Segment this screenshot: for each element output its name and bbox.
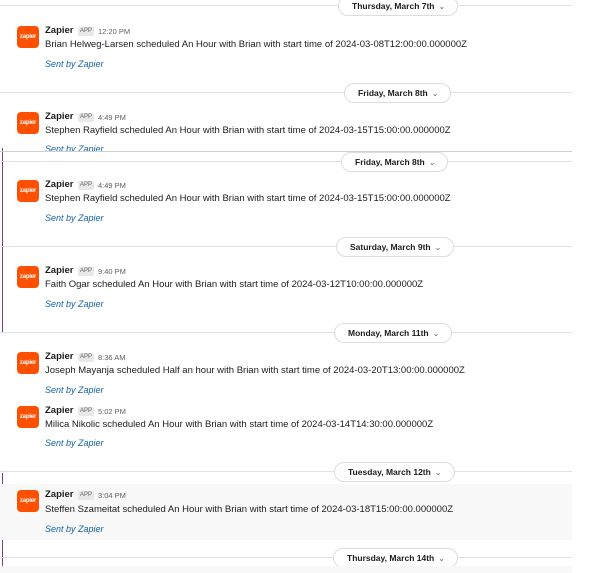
timestamp[interactable]: 3:04 PM (98, 491, 126, 500)
sender-name[interactable]: Zapier (45, 111, 74, 122)
date-divider-line (0, 161, 572, 162)
timestamp[interactable]: 4:49 PM (98, 113, 126, 122)
chevron-down-icon: ⌄ (434, 468, 442, 477)
date-divider-line (0, 332, 572, 333)
sender-name[interactable]: Zapier (45, 489, 74, 500)
screenshot-seam (0, 151, 572, 152)
date-divider-line (0, 246, 572, 247)
chevron-down-icon: ⌄ (434, 243, 442, 252)
zapier-logo-avatar[interactable]: zapier (17, 180, 39, 202)
sender-name[interactable]: Zapier (45, 265, 74, 276)
message: zapier Zapier APP 4:49 PM Stephen Rayfie… (0, 174, 572, 230)
sent-by-link[interactable]: Sent by Zapier (45, 438, 104, 448)
chevron-down-icon: ⌄ (431, 89, 439, 98)
date-divider-line (0, 557, 572, 558)
zapier-logo-avatar[interactable]: zapier (17, 266, 39, 288)
date-label: Thursday, March 14th (347, 553, 435, 563)
message-cutoff-row (0, 566, 572, 573)
message: zapier Zapier APP 5:02 PM Milica Nikolic… (0, 400, 572, 456)
sent-by-link[interactable]: Sent by Zapier (45, 524, 104, 534)
zapier-logo-avatar[interactable]: zapier (17, 406, 39, 428)
sender-name[interactable]: Zapier (45, 25, 74, 36)
sent-by-link[interactable]: Sent by Zapier (45, 213, 104, 223)
message-text: Brian Helweg-Larsen scheduled An Hour wi… (45, 39, 467, 50)
app-badge: APP (78, 27, 95, 36)
timestamp[interactable]: 8:36 AM (98, 353, 126, 362)
message: zapier Zapier APP 3:04 PM Steffen Szamei… (0, 484, 572, 540)
date-divider-pill[interactable]: Friday, March 8th ⌄ (341, 152, 449, 172)
timestamp[interactable]: 12:20 PM (98, 27, 130, 36)
sender-name[interactable]: Zapier (45, 351, 74, 362)
date-divider-pill[interactable]: Thursday, March 7th ⌄ (338, 0, 459, 16)
app-badge: APP (78, 407, 95, 416)
message-text: Joseph Mayanja scheduled Half an hour wi… (45, 365, 465, 376)
date-label: Saturday, March 9th (350, 242, 431, 252)
date-divider-pill[interactable]: Friday, March 8th ⌄ (344, 83, 452, 103)
date-label: Thursday, March 7th (352, 1, 435, 11)
sender-name[interactable]: Zapier (45, 405, 74, 416)
message: zapier Zapier APP 12:20 PM Brian Helweg-… (0, 20, 572, 76)
zapier-logo-avatar[interactable]: zapier (17, 490, 39, 512)
app-badge: APP (78, 181, 95, 190)
app-badge: APP (78, 267, 95, 276)
sent-by-link[interactable]: Sent by Zapier (45, 59, 104, 69)
message-text: Steffen Szameitat scheduled An Hour with… (45, 504, 454, 515)
app-badge: APP (78, 353, 95, 362)
sent-by-link[interactable]: Sent by Zapier (45, 385, 104, 395)
message-text: Stephen Rayfield scheduled An Hour with … (45, 125, 451, 136)
sent-by-link[interactable]: Sent by Zapier (45, 144, 104, 151)
message-text: Milica Nikolic scheduled An Hour with Br… (45, 419, 434, 430)
message-text: Faith Ogar scheduled An Hour with Brian … (45, 279, 424, 290)
chevron-down-icon: ⌄ (438, 2, 446, 11)
app-badge: APP (78, 113, 95, 122)
date-divider-pill[interactable]: Saturday, March 9th ⌄ (336, 237, 455, 257)
date-divider-line (0, 5, 572, 6)
date-divider-pill[interactable]: Monday, March 11th ⌄ (334, 323, 453, 343)
date-divider-line (0, 471, 572, 472)
sender-name[interactable]: Zapier (45, 179, 74, 190)
date-divider-line (0, 92, 572, 93)
zapier-logo-avatar[interactable]: zapier (17, 352, 39, 374)
date-label: Friday, March 8th (355, 157, 425, 167)
app-badge: APP (78, 491, 95, 500)
message: zapier Zapier APP 8:36 AM Joseph Mayanja… (0, 346, 572, 400)
zapier-logo-avatar[interactable]: zapier (17, 26, 39, 48)
date-label: Friday, March 8th (358, 88, 428, 98)
timestamp[interactable]: 4:49 PM (98, 181, 126, 190)
sent-by-link[interactable]: Sent by Zapier (45, 299, 104, 309)
message-text: Stephen Rayfield scheduled An Hour with … (45, 193, 451, 204)
date-label: Tuesday, March 12th (348, 467, 431, 477)
date-divider-pill[interactable]: Thursday, March 14th ⌄ (333, 548, 458, 568)
date-label: Monday, March 11th (348, 328, 429, 338)
date-divider-pill[interactable]: Tuesday, March 12th ⌄ (334, 462, 455, 482)
message: zapier Zapier APP 4:49 PM Stephen Rayfie… (0, 106, 572, 151)
chevron-down-icon: ⌄ (432, 329, 440, 338)
zapier-logo-avatar[interactable]: zapier (17, 112, 39, 134)
message: zapier Zapier APP 9:40 PM Faith Ogar sch… (0, 260, 572, 316)
timestamp[interactable]: 9:40 PM (98, 267, 126, 276)
chevron-down-icon: ⌄ (438, 554, 445, 563)
chevron-down-icon: ⌄ (428, 158, 436, 167)
timestamp[interactable]: 5:02 PM (98, 407, 126, 416)
